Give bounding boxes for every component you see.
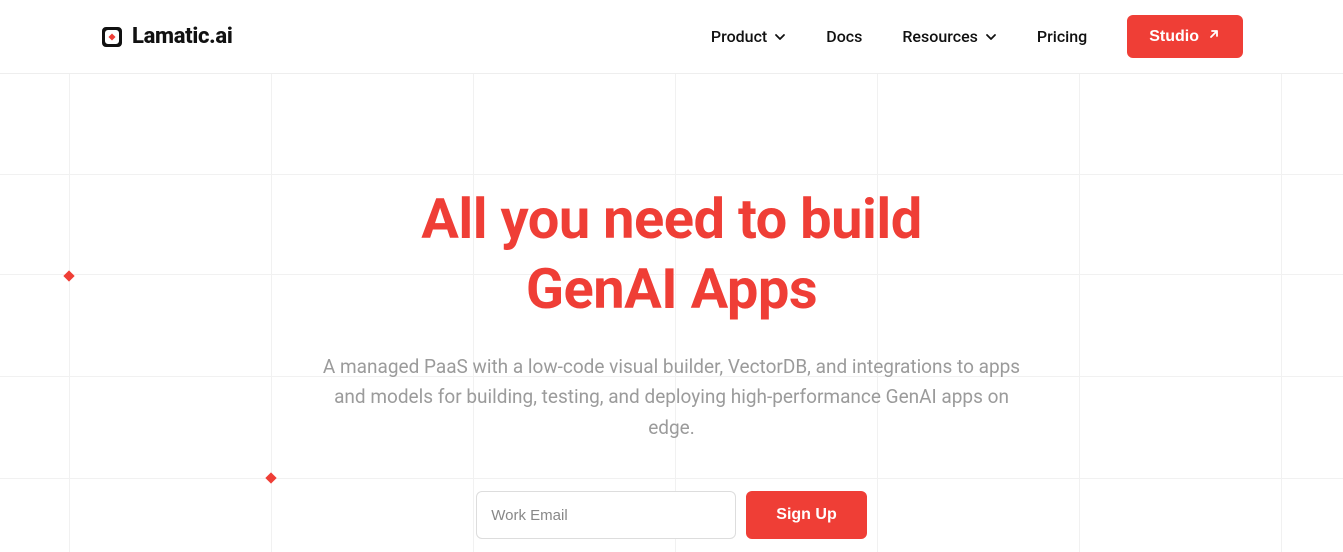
brand-logo[interactable]: Lamatic.ai (100, 24, 232, 49)
sign-up-button[interactable]: Sign Up (746, 491, 866, 539)
hero-subtitle: A managed PaaS with a low-code visual bu… (312, 352, 1032, 443)
hero-title-line1: All you need to build (421, 186, 921, 252)
arrow-up-right-icon (1207, 27, 1221, 46)
nav-docs[interactable]: Docs (826, 27, 862, 46)
nav-product[interactable]: Product (711, 27, 786, 46)
nav-pricing-label: Pricing (1037, 27, 1087, 46)
nav-docs-label: Docs (826, 27, 862, 46)
chevron-down-icon (774, 31, 786, 43)
studio-button-label: Studio (1149, 28, 1199, 46)
nav-product-label: Product (711, 27, 767, 46)
site-header: Lamatic.ai Product Docs Resources Pricin… (0, 0, 1343, 74)
chevron-down-icon (985, 31, 997, 43)
nav-resources-label: Resources (902, 27, 978, 46)
brand-name: Lamatic.ai (132, 24, 232, 49)
main-nav: Product Docs Resources Pricing Studio (711, 15, 1243, 58)
studio-button[interactable]: Studio (1127, 15, 1243, 58)
work-email-input[interactable] (476, 491, 736, 539)
nav-resources[interactable]: Resources (902, 27, 997, 46)
logo-icon (100, 25, 124, 49)
nav-pricing[interactable]: Pricing (1037, 27, 1087, 46)
signup-form: Sign Up (0, 491, 1343, 539)
hero-section: All you need to build GenAI Apps A manag… (0, 74, 1343, 539)
hero-title: All you need to build GenAI Apps (0, 184, 1343, 324)
hero-title-line2: GenAI Apps (526, 256, 817, 322)
